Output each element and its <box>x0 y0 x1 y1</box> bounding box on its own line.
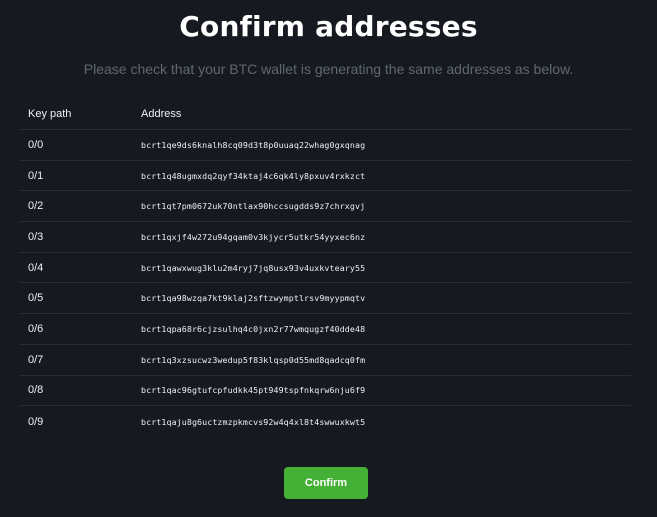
table-row: 0/6 bcrt1qpa68r6cjzsulhq4c0jxn2r77wmqugzf… <box>19 314 631 345</box>
addresses-table: Key path Address 0/0 bcrt1qe9ds6knalh8cq0… <box>19 98 631 437</box>
key-path-cell: 0/7 <box>28 353 44 366</box>
key-path-cell: 0/6 <box>28 322 44 335</box>
table-row: 0/0 bcrt1qe9ds6knalh8cq09d3t8p0uuaq22whag… <box>19 130 631 161</box>
key-path-cell: 0/4 <box>28 261 44 274</box>
column-header-address: Address <box>141 107 182 120</box>
table-row: 0/8 bcrt1qac96gtufcpfudkk45pt949tspfnkqrw… <box>19 376 631 407</box>
address-cell: bcrt1qt7pm0672uk70ntlax90hccsugdds9z7chr… <box>141 201 366 212</box>
page-subtitle: Please check that your BTC wallet is gen… <box>83 61 574 77</box>
key-path-cell: 0/8 <box>28 384 44 397</box>
table-row: 0/5 bcrt1qa98wzqa7kt9klaj2sftzwymptlrsv9m… <box>19 283 631 315</box>
address-cell: bcrt1qxjf4w272u94gqam0v3kjycr5utkr54yyxe… <box>141 231 366 242</box>
table-row: 0/1 bcrt1q48ugmxdq2qyf34ktaj4c6qk4ly8pxuv… <box>19 161 631 192</box>
table-row: 0/9 bcrt1qaju8g6uctzmzpkmcvs92w4q4xl8t4sw… <box>19 406 631 437</box>
key-path-cell: 0/0 <box>28 138 44 151</box>
table-row: 0/2 bcrt1qt7pm0672uk70ntlax90hccsugdds9z7… <box>19 191 631 223</box>
address-cell: bcrt1q48ugmxdq2qyf34ktaj4c6qk4ly8pxuv4rx… <box>141 170 366 181</box>
address-cell: bcrt1qaju8g6uctzmzpkmcvs92w4q4xl8t4swwux… <box>141 416 366 427</box>
address-cell: bcrt1qpa68r6cjzsulhq4c0jxn2r77wmqugzf40d… <box>141 323 366 334</box>
confirm-button[interactable]: Confirm <box>284 467 368 499</box>
address-cell: bcrt1qa98wzqa7kt9klaj2sftzwymptlrsv9myyp… <box>141 293 366 304</box>
key-path-cell: 0/3 <box>28 230 44 243</box>
table-header: Key path Address <box>19 98 631 130</box>
key-path-cell: 0/5 <box>28 292 44 305</box>
page-title: Confirm addresses <box>179 10 478 43</box>
table-row: 0/4 bcrt1qawxwug3klu2m4ryj7jq8usx93v4uxkv… <box>19 253 631 284</box>
table-body: 0/0 bcrt1qe9ds6knalh8cq09d3t8p0uuaq22whag… <box>19 130 631 437</box>
key-path-cell: 0/2 <box>28 200 44 213</box>
key-path-cell: 0/1 <box>28 169 44 182</box>
address-cell: bcrt1qac96gtufcpfudkk45pt949tspfnkqrw6nj… <box>141 385 366 396</box>
address-cell: bcrt1qe9ds6knalh8cq09d3t8p0uuaq22whag0gx… <box>141 139 366 150</box>
key-path-cell: 0/9 <box>28 415 44 428</box>
table-row: 0/7 bcrt1q3xzsucwz3wedup5f83klqsp0d55md8q… <box>19 345 631 376</box>
table-row: 0/3 bcrt1qxjf4w272u94gqam0v3kjycr5utkr54y… <box>19 222 631 253</box>
column-header-key-path: Key path <box>28 107 72 120</box>
address-cell: bcrt1q3xzsucwz3wedup5f83klqsp0d55md8qadc… <box>141 354 366 365</box>
address-cell: bcrt1qawxwug3klu2m4ryj7jq8usx93v4uxkvtea… <box>141 262 366 273</box>
